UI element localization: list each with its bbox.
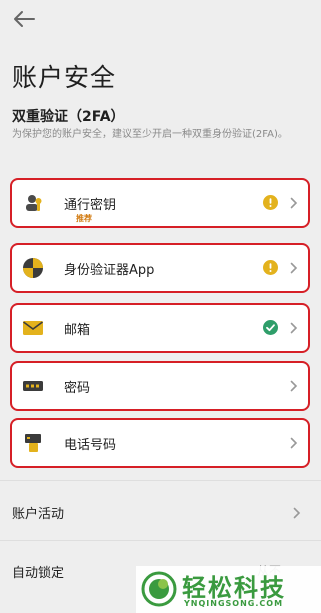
chevron-right-icon bbox=[290, 262, 298, 274]
chevron-right-icon bbox=[290, 197, 298, 209]
watermark-text: 轻松科技 bbox=[182, 574, 286, 602]
chevron-right-icon bbox=[290, 437, 298, 449]
account-activity-row[interactable]: 账户活动 bbox=[0, 488, 321, 538]
option-label: 密码 bbox=[64, 381, 91, 396]
check-circle-icon bbox=[263, 320, 278, 335]
chevron-right-icon bbox=[290, 322, 298, 334]
passkey-icon bbox=[26, 195, 42, 211]
back-arrow-icon[interactable] bbox=[12, 10, 36, 28]
row-label: 自动锁定 bbox=[12, 566, 65, 581]
mail-icon bbox=[23, 321, 43, 335]
recommend-badge: 推荐 bbox=[76, 214, 92, 223]
chevron-right-icon bbox=[290, 380, 298, 392]
warning-icon bbox=[263, 195, 278, 210]
twofa-option-password[interactable]: 密码 bbox=[10, 361, 310, 411]
chevron-right-icon bbox=[293, 507, 301, 519]
option-label: 电话号码 bbox=[64, 438, 117, 453]
twofa-option-phone[interactable]: 电话号码 bbox=[10, 418, 310, 468]
twofa-option-authenticator[interactable]: 身份验证器App bbox=[10, 243, 310, 293]
page-title: 账户安全 bbox=[12, 63, 117, 92]
watermark-logo-icon bbox=[141, 571, 177, 607]
watermark: 轻松科技 YNQINGSONG.COM bbox=[136, 566, 321, 613]
account-security-page: 账户安全 双重验证（2FA） 为保护您的账户安全，建议至少开启一种双重身份验证(… bbox=[0, 0, 321, 613]
phone-icon bbox=[25, 434, 41, 452]
warning-icon bbox=[263, 260, 278, 275]
option-label: 通行密钥 bbox=[64, 198, 117, 213]
authenticator-icon bbox=[23, 258, 43, 278]
row-label: 账户活动 bbox=[12, 507, 65, 522]
twofa-option-passkey[interactable]: 通行密钥 推荐 bbox=[10, 178, 310, 228]
twofa-section-title: 双重验证（2FA） bbox=[12, 109, 125, 125]
twofa-option-email[interactable]: 邮箱 bbox=[10, 303, 310, 353]
divider bbox=[0, 480, 321, 481]
watermark-subtext: YNQINGSONG.COM bbox=[184, 599, 284, 608]
option-label: 邮箱 bbox=[64, 323, 91, 338]
password-icon bbox=[23, 381, 43, 391]
twofa-description: 为保护您的账户安全，建议至少开启一种双重身份验证(2FA)。 bbox=[12, 129, 288, 140]
divider bbox=[0, 540, 321, 541]
option-label: 身份验证器App bbox=[64, 263, 155, 278]
